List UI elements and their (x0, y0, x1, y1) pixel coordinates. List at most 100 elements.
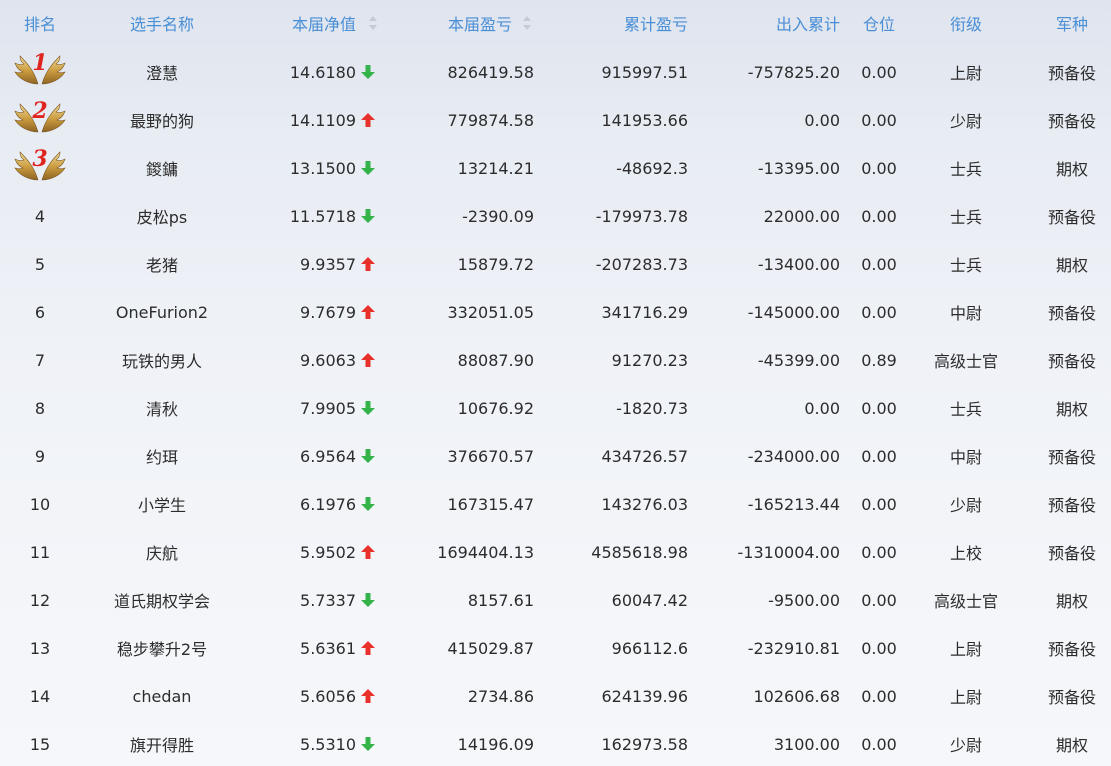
table-row[interactable]: 11 庆航 5.9502 1694404.13 4585618.98 -1310004.0… (0, 528, 1111, 576)
trend-indicator (360, 624, 386, 672)
arrow-down-icon (361, 209, 375, 223)
pl-value: 415029.87 (447, 638, 534, 658)
table-row[interactable]: 8 清秋 7.9905 10676.92 -1820.73 0.00 0.00 士兵 期权 (0, 384, 1111, 432)
cumulative-value: 4585618.98 (591, 542, 688, 562)
player-name[interactable]: 旗开得胜 (82, 720, 242, 766)
player-name[interactable]: 澄慧 (82, 48, 242, 96)
arrow-up-icon (361, 689, 375, 703)
military-rank-value: 少尉 (949, 112, 982, 131)
arm-value: 预备役 (1047, 448, 1096, 467)
nav-value: 14.1109 (289, 110, 356, 130)
position-value: 0.00 (861, 686, 897, 706)
rank-number: 9 (34, 446, 46, 466)
trend-indicator (360, 720, 386, 766)
player-name[interactable]: chedan (82, 672, 242, 720)
position-value: 0.00 (861, 638, 897, 658)
header-nav-sort[interactable]: 本届净值 (270, 0, 356, 46)
cumulative-value: 162973.58 (601, 734, 688, 754)
sort-icon[interactable] (368, 15, 378, 31)
table-row[interactable]: 5 老猪 9.9357 15879.72 -207283.73 -13400.00 0.00… (0, 240, 1111, 288)
flow-value: 102606.68 (753, 686, 840, 706)
nav-value: 5.5310 (300, 734, 356, 754)
player-name[interactable]: 老猪 (82, 240, 242, 288)
arm-value: 预备役 (1047, 304, 1096, 323)
nav-value: 9.9357 (300, 254, 356, 274)
arm-value: 预备役 (1047, 640, 1096, 659)
trend-indicator (360, 288, 386, 336)
player-name[interactable]: 鍐鏞 (82, 144, 242, 192)
player-name[interactable]: 皮松ps (82, 192, 242, 240)
player-name[interactable]: 稳步攀升2号 (82, 624, 242, 672)
arrow-up-icon (361, 545, 375, 559)
pl-value: 376670.57 (447, 446, 534, 466)
military-rank-value: 上尉 (949, 640, 982, 659)
flow-value: -9500.00 (768, 590, 840, 610)
table-row[interactable]: 14 chedan 5.6056 2734.86 624139.96 102606.68 0… (0, 672, 1111, 720)
table-row[interactable]: 13 稳步攀升2号 5.6361 415029.87 966112.6 -232910.8… (0, 624, 1111, 672)
cumulative-value: 91270.23 (611, 350, 688, 370)
player-name[interactable]: 约珥 (82, 432, 242, 480)
header-pl-sort[interactable]: 本届盈亏 (400, 0, 512, 46)
position-value: 0.00 (861, 734, 897, 754)
cumulative-value: 624139.96 (601, 686, 688, 706)
table-row[interactable]: 15 旗开得胜 5.5310 14196.09 162973.58 3100.00 0.00… (0, 720, 1111, 766)
header-arm: 军种 (1055, 15, 1088, 34)
table-row[interactable]: 1 澄慧 14.6180 826419.58 915997.51 -757825.20 0.… (0, 48, 1111, 96)
rank-medal: 1 (0, 48, 80, 96)
nav-value: 5.6361 (300, 638, 356, 658)
position-value: 0.89 (861, 350, 897, 370)
trend-indicator (360, 528, 386, 576)
table-row[interactable]: 6 OneFurion2 9.7679 332051.05 341716.29 -1450… (0, 288, 1111, 336)
cumulative-value: 341716.29 (601, 302, 688, 322)
flow-value: -1310004.00 (737, 542, 840, 562)
rank-number: 12 (29, 590, 51, 610)
military-rank-value: 中尉 (949, 304, 982, 323)
cumulative-value: -207283.73 (595, 254, 688, 274)
sort-icon[interactable] (522, 15, 532, 31)
arrow-down-icon (361, 737, 375, 751)
player-name[interactable]: 庆航 (82, 528, 242, 576)
player-name[interactable]: 玩铁的男人 (82, 336, 242, 384)
pl-value: 779874.58 (447, 110, 534, 130)
cumulative-value: 915997.51 (601, 62, 688, 82)
arm-value: 期权 (1055, 160, 1088, 179)
arrow-down-icon (361, 449, 375, 463)
player-name[interactable]: 道氏期权学会 (82, 576, 242, 624)
position-value: 0.00 (861, 542, 897, 562)
table-row[interactable]: 12 道氏期权学会 5.7337 8157.61 60047.42 -9500.00 0.0… (0, 576, 1111, 624)
arm-value: 期权 (1055, 256, 1088, 275)
rank-medal: 2 (0, 96, 80, 144)
trend-indicator (360, 240, 386, 288)
flow-value: -234000.00 (747, 446, 840, 466)
table-row[interactable]: 2 最野的狗 14.1109 779874.58 141953.66 0.00 0.00 少尉… (0, 96, 1111, 144)
table-row[interactable]: 4 皮松ps 11.5718 -2390.09 -179973.78 22000.00 0.… (0, 192, 1111, 240)
trend-indicator (360, 480, 386, 528)
position-value: 0.00 (861, 398, 897, 418)
military-rank-value: 上尉 (949, 688, 982, 707)
flow-value: -145000.00 (747, 302, 840, 322)
flow-value: -45399.00 (757, 350, 840, 370)
player-name[interactable]: 最野的狗 (82, 96, 242, 144)
pl-value: -2390.09 (462, 206, 534, 226)
header-military-rank: 衔级 (949, 15, 982, 34)
nav-value: 9.7679 (300, 302, 356, 322)
pl-value: 332051.05 (447, 302, 534, 322)
arrow-up-icon (361, 641, 375, 655)
arm-value: 预备役 (1047, 64, 1096, 83)
player-name[interactable]: OneFurion2 (82, 288, 242, 336)
military-rank-value: 士兵 (949, 256, 982, 275)
rank-number: 11 (29, 542, 51, 562)
player-name[interactable]: 小学生 (82, 480, 242, 528)
nav-value: 5.7337 (300, 590, 356, 610)
table-row[interactable]: 9 约珥 6.9564 376670.57 434726.57 -234000.00 0.0… (0, 432, 1111, 480)
arrow-down-icon (361, 593, 375, 607)
arrow-down-icon (361, 161, 375, 175)
nav-value: 6.9564 (300, 446, 356, 466)
table-row[interactable]: 7 玩铁的男人 9.6063 88087.90 91270.23 -45399.00 0.8… (0, 336, 1111, 384)
nav-value: 6.1976 (300, 494, 356, 514)
player-name[interactable]: 清秋 (82, 384, 242, 432)
military-rank-value: 少尉 (949, 496, 982, 515)
flow-value: 0.00 (804, 110, 840, 130)
table-row[interactable]: 10 小学生 6.1976 167315.47 143276.03 -165213.44 0… (0, 480, 1111, 528)
table-row[interactable]: 3 鍐鏞 13.1500 13214.21 -48692.3 -13395.00 0.00 士… (0, 144, 1111, 192)
